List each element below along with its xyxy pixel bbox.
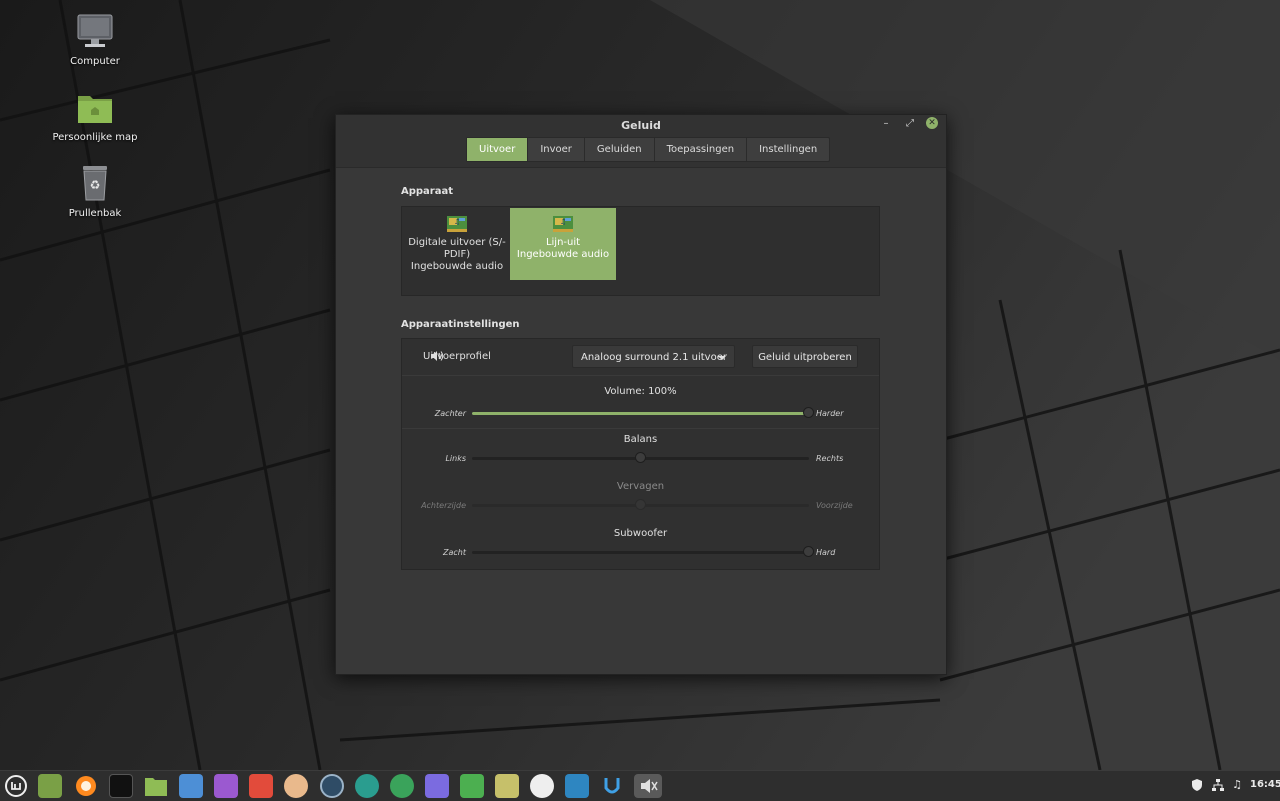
device-name-line: Lijn-uit [545, 237, 581, 248]
device-settings-panel: Uitvoerprofiel Analoog surround 2.1 uitv… [401, 338, 880, 570]
device-description: Ingebouwde audio [410, 261, 504, 272]
tab-toepassingen[interactable]: Toepassingen [655, 138, 748, 161]
tab-instellingen[interactable]: Instellingen [747, 138, 829, 161]
desktop-icon-label: Prullenbak [68, 208, 122, 219]
screenshot-icon[interactable] [249, 774, 273, 798]
device-name-line: Digitale uitvoer (S/- [408, 237, 506, 248]
backup-icon[interactable] [390, 774, 414, 798]
balance-right-label: Rechts [816, 454, 844, 463]
row-divider [402, 428, 879, 429]
balance-label: Balans [623, 434, 658, 445]
device-digital-output[interactable]: ♫ Digitale uitvoer (S/- PDIF) Ingebouwde… [404, 208, 510, 280]
sound-settings-window: Geluid – ⤢ ✕ Uitvoer Invoer Geluiden Toe… [335, 114, 947, 675]
device-list: ♫ Digitale uitvoer (S/- PDIF) Ingebouwde… [401, 206, 880, 296]
subwoofer-label: Subwoofer [613, 528, 668, 539]
svg-text:♫: ♫ [560, 218, 566, 226]
sound-card-icon: ♫ [552, 212, 574, 234]
fade-slider [472, 499, 809, 510]
taskbar: ♫ 16:45 [0, 770, 1280, 801]
updater-icon[interactable] [355, 774, 379, 798]
volume-slider-handle[interactable] [803, 407, 814, 418]
image-icon[interactable] [495, 774, 519, 798]
desktop-icon-label: Computer [70, 56, 120, 67]
volume-max-label: Harder [816, 409, 844, 418]
tab-uitvoer[interactable]: Uitvoer [467, 138, 529, 161]
subwoofer-slider[interactable] [472, 546, 814, 557]
section-title-device: Apparaat [401, 186, 454, 197]
fade-rear-label: Achterzijde [421, 501, 466, 510]
desktop-icon-computer[interactable]: Computer [40, 12, 150, 67]
output-profile-value: Analoog surround 2.1 uitvoer [581, 352, 727, 363]
sound-card-icon: ♫ [446, 212, 468, 234]
balance-slider-handle[interactable] [634, 452, 646, 463]
tab-bar: Uitvoer Invoer Geluiden Toepassingen Ins… [466, 137, 831, 162]
trash-icon: ♻ [75, 164, 115, 204]
fade-label: Vervagen [616, 481, 665, 492]
desktop-icon-home-folder[interactable]: Persoonlijke map [40, 88, 150, 143]
subwoofer-max-label: Hard [816, 548, 836, 557]
firefox-icon[interactable] [74, 774, 98, 798]
device-description: Ingebouwde audio [516, 249, 610, 260]
test-sound-button[interactable]: Geluid uitproberen [752, 345, 858, 368]
terminal-icon[interactable] [109, 774, 133, 798]
subwoofer-slider-handle[interactable] [803, 546, 814, 557]
fade-slider-handle [634, 499, 646, 510]
maximize-button[interactable]: ⤢ [902, 116, 918, 132]
desktop-icon-label: Persoonlijke map [52, 132, 138, 143]
svg-text:♫: ♫ [454, 218, 460, 226]
browser-icon[interactable] [320, 774, 344, 798]
row-divider [402, 375, 879, 376]
graphics-icon[interactable] [425, 774, 449, 798]
speaker-icon [431, 351, 444, 361]
show-desktop-icon[interactable] [38, 774, 62, 798]
balance-left-label: Links [445, 454, 466, 463]
files-icon[interactable] [144, 774, 168, 798]
chevron-down-icon [718, 356, 726, 360]
hand-icon[interactable] [284, 774, 308, 798]
tab-geluiden[interactable]: Geluiden [585, 138, 655, 161]
section-title-device-settings: Apparaatinstellingen [401, 319, 520, 330]
mail-icon[interactable] [179, 774, 203, 798]
software-icon[interactable] [460, 774, 484, 798]
music-note-icon[interactable]: ♫ [1230, 778, 1244, 792]
drawing-icon[interactable] [214, 774, 238, 798]
volume-label: Volume: 100% [604, 386, 677, 397]
computer-icon [75, 12, 115, 52]
settings-icon[interactable] [565, 774, 589, 798]
device-line-out[interactable]: ♫ Lijn-uit Ingebouwde audio [510, 208, 616, 280]
volume-slider[interactable] [472, 407, 814, 418]
shield-icon[interactable] [1190, 778, 1204, 792]
drive-icon[interactable] [530, 774, 554, 798]
svg-text:♻: ♻ [90, 178, 101, 192]
network-icon[interactable] [1211, 778, 1225, 792]
volume-slider-fill [472, 412, 809, 415]
minimize-button[interactable]: – [878, 116, 894, 132]
clock[interactable]: 16:45 [1250, 779, 1280, 790]
close-button[interactable]: ✕ [926, 117, 938, 129]
desktop-icon-trash[interactable]: ♻ Prullenbak [40, 164, 150, 219]
u-icon[interactable] [600, 774, 624, 798]
subwoofer-min-label: Zacht [443, 548, 466, 557]
fade-front-label: Voorzijde [816, 501, 853, 510]
volume-min-label: Zachter [434, 409, 466, 418]
window-titlebar[interactable]: Geluid – ⤢ ✕ Uitvoer Invoer Geluiden Toe… [336, 115, 946, 168]
home-folder-icon [75, 88, 115, 128]
sound-settings-icon[interactable] [634, 774, 662, 798]
window-title: Geluid [621, 119, 661, 132]
output-profile-dropdown[interactable]: Analoog surround 2.1 uitvoer [572, 345, 735, 368]
tab-invoer[interactable]: Invoer [528, 138, 585, 161]
mint-menu-icon[interactable] [4, 774, 28, 798]
device-name-line: PDIF) [443, 249, 471, 260]
balance-slider[interactable] [472, 452, 809, 463]
